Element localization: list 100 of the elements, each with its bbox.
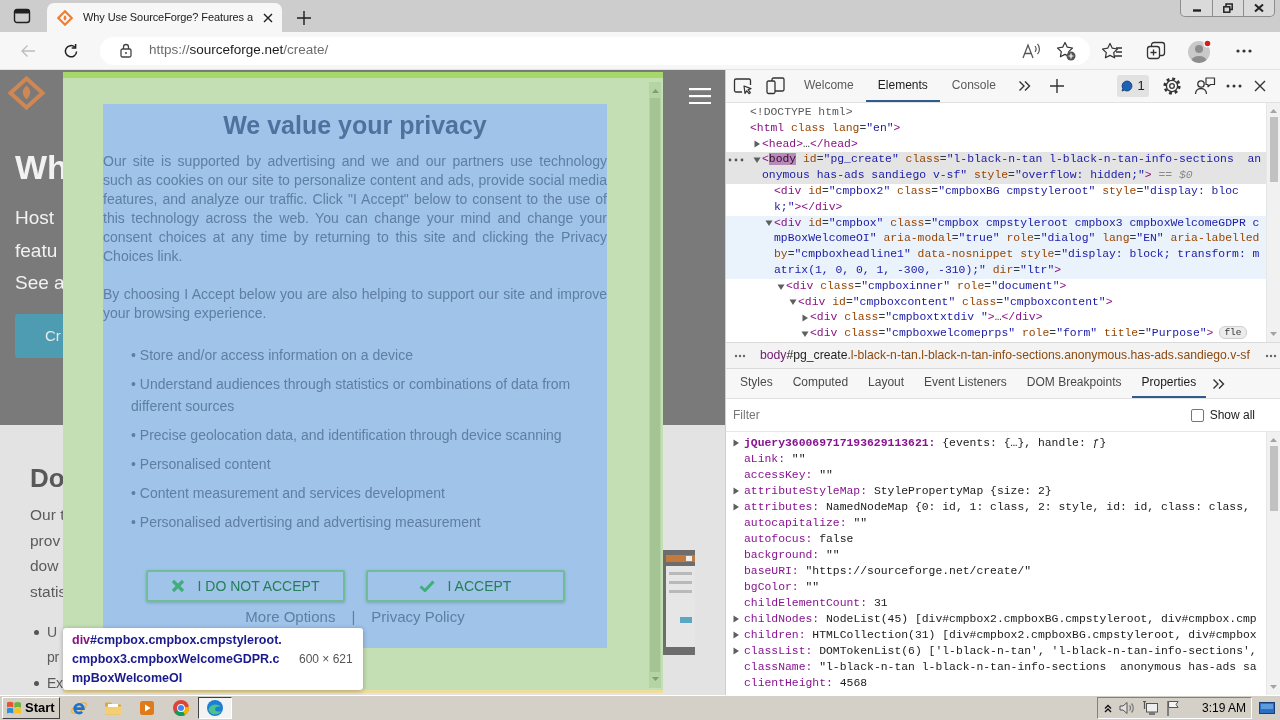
- plus-icon[interactable]: [1050, 79, 1065, 93]
- dom-node[interactable]: <div id="cmpboxcontent" class="cmpboxcontent">: [726, 294, 1266, 311]
- devtools-tab[interactable]: Elements: [865, 70, 940, 102]
- browser-tab[interactable]: Why Use SourceForge? Features a: [47, 3, 282, 32]
- scrollbar-thumb[interactable]: [1269, 117, 1278, 182]
- scrollbar-thumb[interactable]: [650, 98, 660, 672]
- window-icon[interactable]: [12, 8, 31, 24]
- caret-right-icon[interactable]: [732, 647, 740, 655]
- panel-tab[interactable]: Properties: [1131, 369, 1207, 398]
- caret-right-icon[interactable]: [800, 314, 809, 323]
- diamond-icon: [57, 9, 73, 26]
- filter-field[interactable]: Filter: [733, 407, 1191, 423]
- panel-tab[interactable]: Event Listeners: [914, 369, 1017, 398]
- computer-icon[interactable]: [1141, 700, 1159, 716]
- dom-node[interactable]: <html class lang="en">: [726, 120, 1266, 137]
- plus-icon[interactable]: [297, 10, 311, 25]
- list-text: pr: [47, 648, 59, 668]
- property-entry[interactable]: classList: DOMTokenList(6) ['l-black-n-tan', 'l-black-n-tan-info-sections',: [726, 643, 1266, 659]
- dom-node[interactable]: <div class="cmpboxinner" role="document">: [726, 278, 1266, 295]
- property-entry: bgColor: "": [743, 580, 821, 595]
- scrollbar[interactable]: [1266, 103, 1280, 342]
- property-entry: className: "l-black-n-tan l-black-n-tan-info-sections anonymous has-ads sa: [743, 660, 1258, 675]
- caret-down-icon[interactable]: [752, 156, 761, 165]
- property-entry[interactable]: jQuery360069717193629113621: {events: {…}, handle: ƒ}: [726, 435, 1266, 451]
- caret-right-icon[interactable]: [752, 140, 761, 149]
- property-entry: accessKey: "": [743, 468, 834, 483]
- star-plus-icon[interactable]: [1056, 40, 1076, 61]
- chevrons-icon[interactable]: [1212, 377, 1226, 390]
- caret-down-icon[interactable]: [800, 330, 809, 339]
- caret-right-icon[interactable]: [732, 615, 740, 623]
- chevrons-up-icon[interactable]: [1103, 703, 1112, 713]
- issues-button[interactable]: 1: [1117, 75, 1149, 97]
- caret-down-icon[interactable]: [764, 219, 773, 228]
- panel-tab[interactable]: Styles: [730, 369, 783, 398]
- devices-icon[interactable]: [765, 77, 786, 95]
- scrollbar[interactable]: [1266, 432, 1280, 695]
- caret-right-icon[interactable]: [732, 487, 740, 495]
- start-button[interactable]: Start: [2, 697, 60, 719]
- avatar-icon[interactable]: [1187, 37, 1213, 64]
- speaker-icon[interactable]: [1118, 701, 1135, 715]
- dom-node[interactable]: <head>…</head>: [726, 136, 1266, 153]
- refresh-icon[interactable]: [63, 42, 79, 59]
- text-waves-icon[interactable]: [1022, 41, 1042, 60]
- ellipsis-icon[interactable]: [1265, 353, 1277, 358]
- dom-node[interactable]: <div class="cmpboxtxtdiv ">…</div>: [726, 310, 1266, 327]
- property-entry: childElementCount: 31: [743, 596, 889, 611]
- ring-icon[interactable]: [172, 699, 190, 717]
- scrollbar[interactable]: [649, 82, 661, 688]
- dialog-title: We value your privacy: [222, 110, 488, 140]
- property-entry: autocapitalize: "": [743, 516, 869, 531]
- more-icon[interactable]: [1236, 48, 1252, 53]
- dom-node[interactable]: <!DOCTYPE html>: [726, 105, 1266, 121]
- show-all-checkbox[interactable]: [1190, 408, 1204, 422]
- menu-icon[interactable]: [689, 88, 711, 104]
- panel-tab[interactable]: Computed: [782, 369, 859, 398]
- checkbox-label: Show all: [1209, 407, 1255, 423]
- chevrons-icon[interactable]: [1017, 80, 1031, 92]
- swirl-icon[interactable]: [206, 699, 224, 717]
- devtools-tab[interactable]: Console: [939, 70, 1008, 102]
- dialog-paragraph: Our site is supported by advertising and we and our partners use technology such as cookies on our site to personalize content and ads, provide social media features, and analyze our traffic. Click "I Accept" below to consent to the use of this technology across the web. You can change your mind and change your consent choices at any time by returning to this site and clicking the Privacy Choices link.: [103, 152, 607, 266]
- screen-icon[interactable]: [1259, 701, 1275, 715]
- caret-right-icon[interactable]: [732, 439, 740, 447]
- flag-icon[interactable]: [1165, 700, 1181, 716]
- caret-right-icon[interactable]: [732, 631, 740, 639]
- dom-node[interactable]: <div class="cmpboxwelcomeprps" role="form" title="Purpose"> fle: [726, 326, 1266, 342]
- squares-plus-icon[interactable]: [1146, 40, 1166, 61]
- caret-right-icon[interactable]: [732, 503, 740, 511]
- taskbar-button[interactable]: [198, 697, 232, 719]
- more-icon[interactable]: [728, 158, 744, 163]
- property-entry[interactable]: childNodes: NodeList(45) [div#cmpbox2.cmpboxBG.cmpstyleroot, div#cmpbox.cmp: [726, 611, 1266, 627]
- dom-node[interactable]: <body id="pg_create" class="l-black-n-tan l-black-n-tan-info-sections anonymous has-ads sandiego v-sf" style="overflow: hidden;"> == $0: [726, 152, 1266, 184]
- intro-text: See a: [15, 271, 65, 295]
- panel-tab[interactable]: DOM Breakpoints: [1016, 369, 1132, 398]
- close-icon[interactable]: [1254, 80, 1266, 92]
- letter-e-icon[interactable]: [70, 699, 88, 717]
- bullet-icon: [34, 630, 39, 636]
- devtools-tab[interactable]: Welcome: [792, 70, 866, 102]
- property-entry[interactable]: children: HTMLCollection(31) [div#cmpbox2.cmpboxBG.cmpstyleroot, div#cmpbox: [726, 627, 1266, 643]
- layout-badge[interactable]: fle: [1219, 326, 1247, 340]
- property-entry: background: "": [743, 548, 841, 563]
- section-heading: Do: [30, 463, 66, 493]
- property-entry: autofocus: false: [743, 532, 855, 547]
- body-text: prov: [30, 530, 62, 551]
- ellipsis-icon[interactable]: [734, 353, 746, 358]
- panel-tab[interactable]: Layout: [858, 369, 915, 398]
- lock-icon: [120, 43, 132, 58]
- play-icon[interactable]: [139, 700, 155, 716]
- property-entry[interactable]: attributeStyleMap: StylePropertyMap {size: 2}: [726, 483, 1266, 499]
- scrollbar-thumb[interactable]: [1269, 446, 1278, 511]
- address-field[interactable]: https://sourceforge.net/create/: [100, 36, 1090, 65]
- star-list-icon[interactable]: [1101, 41, 1123, 60]
- close-icon[interactable]: [263, 12, 273, 23]
- property-entry[interactable]: attributes: NamedNodeMap {0: id, 1: class, 2: style, id: id, class: class,: [726, 499, 1266, 515]
- settings-icon[interactable]: [1161, 76, 1182, 96]
- caret-down-icon[interactable]: [776, 282, 785, 291]
- cursor-box-icon[interactable]: [732, 77, 753, 95]
- person-bubble-icon[interactable]: [1193, 76, 1216, 96]
- close-icon: [1254, 3, 1264, 13]
- caret-down-icon[interactable]: [788, 298, 797, 307]
- more-icon[interactable]: [1226, 84, 1242, 88]
